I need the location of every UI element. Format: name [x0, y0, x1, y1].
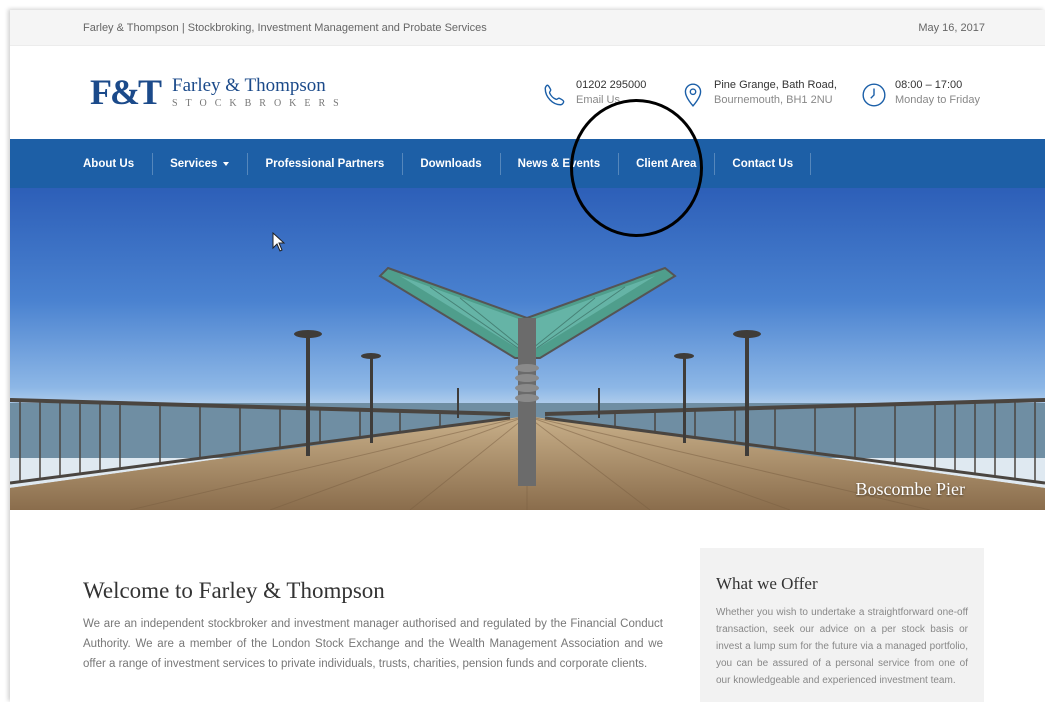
site-tagline: Farley & Thompson | Stockbroking, Invest…: [83, 22, 487, 34]
nav-item-client-area[interactable]: Client Area: [618, 139, 714, 188]
contact-phone: 01202 295000 Email Us: [542, 78, 646, 108]
location-pin-icon: [684, 83, 702, 107]
nav-item-services[interactable]: Services: [152, 139, 247, 188]
site-logo[interactable]: F&T Farley & Thompson STOCKBROKERS: [90, 74, 347, 110]
contact-address: Pine Grange, Bath Road, Bournemouth, BH1…: [680, 78, 837, 108]
what-we-offer-box: What we Offer Whether you wish to undert…: [700, 548, 984, 702]
welcome-title: Welcome to Farley & Thompson: [83, 578, 385, 603]
nav-item-professional-partners[interactable]: Professional Partners: [247, 139, 402, 188]
nav-label: Downloads: [420, 157, 482, 170]
logo-text: Farley & Thompson STOCKBROKERS: [172, 74, 347, 109]
hours-days: Monday to Friday: [895, 94, 980, 106]
welcome-section: Welcome to Farley & Thompson We are an i…: [83, 578, 663, 674]
logo-subtitle: STOCKBROKERS: [172, 97, 347, 109]
current-date: May 16, 2017: [918, 22, 985, 34]
address-line-1: Pine Grange, Bath Road,: [714, 79, 837, 91]
email-link[interactable]: Email Us: [576, 93, 646, 108]
offer-title: What we Offer: [716, 574, 818, 593]
logo-mark: F&T: [90, 72, 162, 112]
hero-banner: Boscombe Pier: [10, 188, 1045, 510]
phone-icon: [544, 84, 565, 106]
nav-label: Services: [170, 157, 218, 170]
pier-illustration: [10, 266, 1045, 510]
caret-down-icon: [223, 161, 230, 166]
nav-item-contact-us[interactable]: Contact Us: [714, 139, 811, 188]
site-header: F&T Farley & Thompson STOCKBROKERS 01202…: [10, 46, 1045, 139]
phone-number[interactable]: 01202 295000: [576, 78, 646, 93]
nav-label: About Us: [83, 157, 135, 170]
top-bar: Farley & Thompson | Stockbroking, Invest…: [10, 10, 1045, 46]
hours-time: 08:00 – 17:00: [895, 79, 963, 91]
mouse-cursor-icon: [272, 232, 286, 252]
hero-caption: Boscombe Pier: [855, 479, 966, 499]
nav-label: Contact Us: [732, 157, 794, 170]
nav-label: News & Events: [517, 157, 601, 170]
nav-label: Client Area: [636, 157, 697, 170]
opening-hours: 08:00 – 17:00 Monday to Friday: [861, 78, 980, 108]
address-line-2: Bournemouth, BH1 2NU: [714, 94, 833, 106]
offer-body: Whether you wish to undertake a straight…: [716, 607, 968, 686]
nav-item-news-events[interactable]: News & Events: [499, 139, 618, 188]
nav-item-downloads[interactable]: Downloads: [402, 139, 499, 188]
nav-item-about-us[interactable]: About Us: [65, 139, 152, 188]
clock-icon: [862, 83, 886, 107]
main-nav: About Us Services Professional Partners …: [10, 139, 1045, 188]
nav-label: Professional Partners: [265, 157, 385, 170]
page-frame: Farley & Thompson | Stockbroking, Invest…: [10, 10, 1045, 702]
logo-name: Farley & Thompson: [172, 74, 326, 96]
welcome-body: We are an independent stockbroker and in…: [83, 618, 663, 670]
